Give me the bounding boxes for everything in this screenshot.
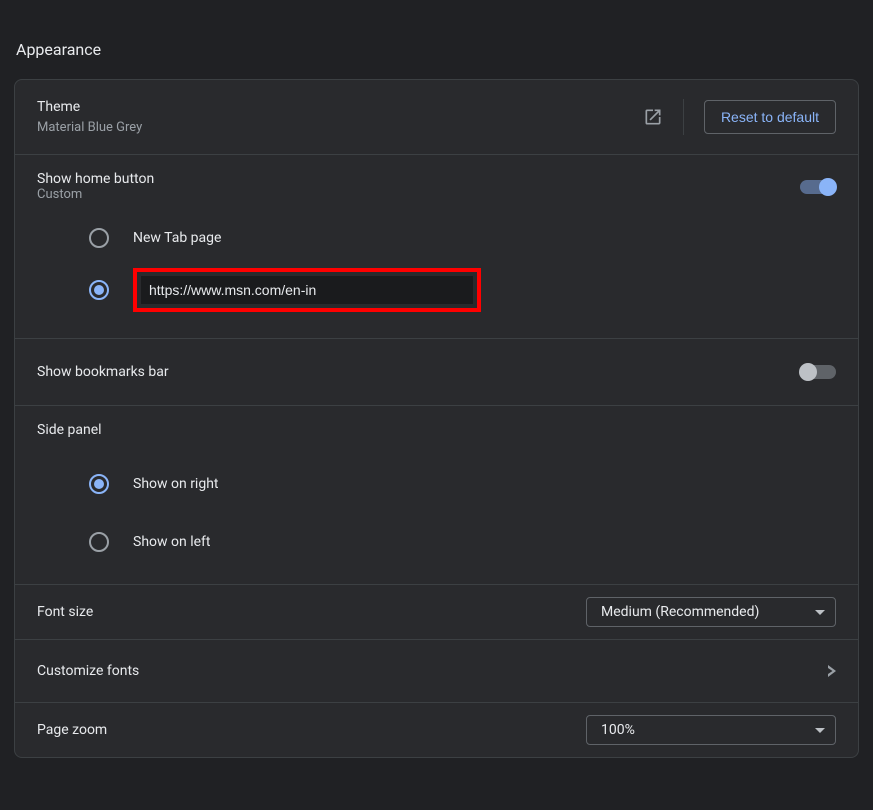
show-on-right-radio[interactable]	[89, 474, 109, 494]
theme-subtitle: Material Blue Grey	[37, 118, 643, 138]
bookmarks-bar-toggle[interactable]	[800, 365, 836, 379]
divider	[683, 99, 684, 135]
bookmarks-bar-title: Show bookmarks bar	[37, 361, 800, 383]
page-zoom-title: Page zoom	[37, 719, 586, 741]
page-zoom-select[interactable]: 100%	[586, 715, 836, 745]
new-tab-radio-row: New Tab page	[89, 212, 836, 264]
theme-title: Theme	[37, 96, 643, 118]
side-panel-radio-group: Show on right Show on left	[37, 438, 836, 568]
dropdown-arrow-icon	[815, 610, 825, 615]
bookmarks-bar-row: Show bookmarks bar	[15, 339, 858, 406]
font-size-value: Medium (Recommended)	[601, 604, 815, 620]
home-url-input[interactable]	[141, 276, 473, 304]
show-on-left-label: Show on left	[133, 534, 210, 550]
theme-text: Theme Material Blue Grey	[37, 96, 643, 138]
page-title: Appearance	[0, 0, 873, 79]
side-panel-section: Side panel Show on right Show on left	[15, 406, 858, 585]
customize-fonts-row[interactable]: Customize fonts	[15, 640, 858, 703]
reset-to-default-button[interactable]: Reset to default	[704, 100, 836, 134]
custom-url-radio[interactable]	[89, 280, 109, 300]
font-size-title: Font size	[37, 601, 586, 623]
home-button-header: Show home button Custom	[37, 171, 836, 202]
home-button-title: Show home button	[37, 171, 800, 187]
customize-fonts-title: Customize fonts	[37, 660, 828, 682]
font-size-select[interactable]: Medium (Recommended)	[586, 597, 836, 627]
custom-url-radio-row	[89, 264, 836, 316]
home-button-toggle[interactable]	[800, 180, 836, 194]
font-size-row: Font size Medium (Recommended)	[15, 585, 858, 640]
show-on-left-row: Show on left	[89, 516, 836, 568]
home-button-sub: Custom	[37, 187, 800, 202]
open-in-new-icon[interactable]	[643, 107, 663, 127]
page-zoom-row: Page zoom 100%	[15, 703, 858, 757]
appearance-card: Theme Material Blue Grey Reset to defaul…	[14, 79, 859, 758]
theme-row: Theme Material Blue Grey Reset to defaul…	[15, 80, 858, 155]
home-button-section: Show home button Custom New Tab page	[15, 155, 858, 339]
side-panel-title: Side panel	[37, 422, 836, 438]
custom-url-highlight	[133, 268, 481, 312]
page-zoom-value: 100%	[601, 722, 815, 738]
dropdown-arrow-icon	[815, 728, 825, 733]
new-tab-radio-label: New Tab page	[133, 230, 221, 246]
show-on-right-row: Show on right	[89, 458, 836, 510]
chevron-right-icon	[828, 665, 836, 677]
home-button-radio-group: New Tab page	[37, 202, 836, 322]
show-on-right-label: Show on right	[133, 476, 219, 492]
new-tab-radio[interactable]	[89, 228, 109, 248]
show-on-left-radio[interactable]	[89, 532, 109, 552]
